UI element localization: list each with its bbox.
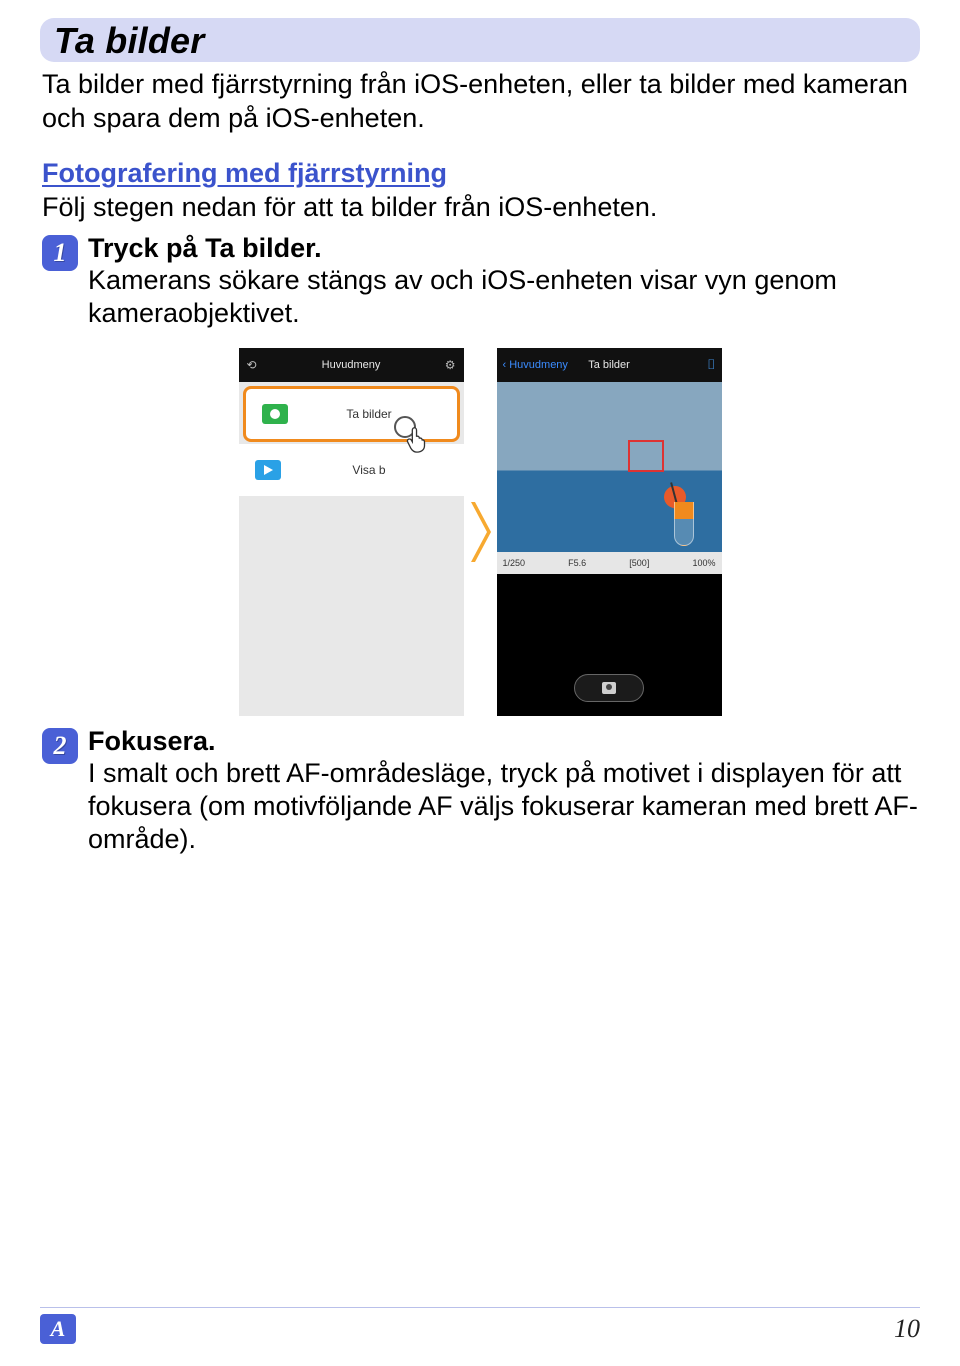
wifi-icon: ⟲ bbox=[247, 358, 257, 372]
subsection-desc: Följ stegen nedan för att ta bilder från… bbox=[40, 191, 920, 223]
step-badge-1: 1 bbox=[42, 235, 78, 271]
subsection-title: Fotografering med fjärrstyrning bbox=[40, 158, 920, 189]
subject-illustration bbox=[664, 486, 704, 546]
right-topbar: ‹ Huvudmeny Ta bilder ⌷ bbox=[497, 348, 722, 382]
readout-aperture: F5.6 bbox=[568, 558, 586, 568]
shutter-button[interactable] bbox=[574, 674, 644, 702]
screenshot-right: ‹ Huvudmeny Ta bilder ⌷ 1/250 F5.6 [500]… bbox=[497, 348, 722, 716]
readout-iso: [500] bbox=[629, 558, 649, 568]
shutter-icon bbox=[602, 682, 616, 694]
menu-item-view-label: Visa b bbox=[291, 463, 448, 477]
readout-battery: 100% bbox=[692, 558, 715, 568]
page-number: 10 bbox=[894, 1314, 920, 1344]
step-1: 1 Tryck på Ta bilder. Kamerans sökare st… bbox=[40, 233, 920, 330]
step-badge-2: 2 bbox=[42, 728, 78, 764]
step-2-text: I smalt och brett AF-områdesläge, tryck … bbox=[88, 757, 920, 856]
left-topbar: ⟲ Huvudmeny ⚙ bbox=[239, 348, 464, 382]
right-header-title: Ta bilder bbox=[588, 359, 630, 371]
play-icon bbox=[255, 460, 281, 480]
arrow-icon bbox=[468, 348, 493, 716]
step-1-title: Tryck på Ta bilder. bbox=[88, 233, 920, 264]
screenshot-row: ⟲ Huvudmeny ⚙ Ta bilder Visa b bbox=[40, 348, 920, 716]
page-footer: A 10 bbox=[40, 1307, 920, 1344]
screenshot-left: ⟲ Huvudmeny ⚙ Ta bilder Visa b bbox=[239, 348, 464, 716]
section-letter-badge: A bbox=[40, 1314, 76, 1344]
gear-icon: ⚙ bbox=[445, 358, 456, 372]
back-button[interactable]: ‹ Huvudmeny bbox=[503, 359, 568, 371]
camera-icon bbox=[262, 404, 288, 424]
focus-box bbox=[628, 440, 664, 472]
camera-outline-icon[interactable]: ⌷ bbox=[707, 356, 715, 373]
step-2: 2 Fokusera. I smalt och brett AF-områdes… bbox=[40, 726, 920, 856]
section-intro: Ta bilder med fjärrstyrning från iOS-enh… bbox=[40, 68, 920, 136]
step-1-text: Kamerans sökare stängs av och iOS-enhete… bbox=[88, 264, 920, 330]
left-header-title: Huvudmeny bbox=[322, 359, 381, 371]
tap-gesture-icon bbox=[394, 416, 438, 460]
step-2-title: Fokusera. bbox=[88, 726, 920, 757]
readout-shutter: 1/250 bbox=[503, 558, 526, 568]
section-title-bar: Ta bilder bbox=[40, 18, 920, 62]
control-area bbox=[497, 574, 722, 716]
section-title: Ta bilder bbox=[54, 20, 906, 62]
viewfinder[interactable] bbox=[497, 382, 722, 552]
back-button-label: Huvudmeny bbox=[509, 359, 568, 371]
exposure-readout: 1/250 F5.6 [500] 100% bbox=[497, 552, 722, 574]
